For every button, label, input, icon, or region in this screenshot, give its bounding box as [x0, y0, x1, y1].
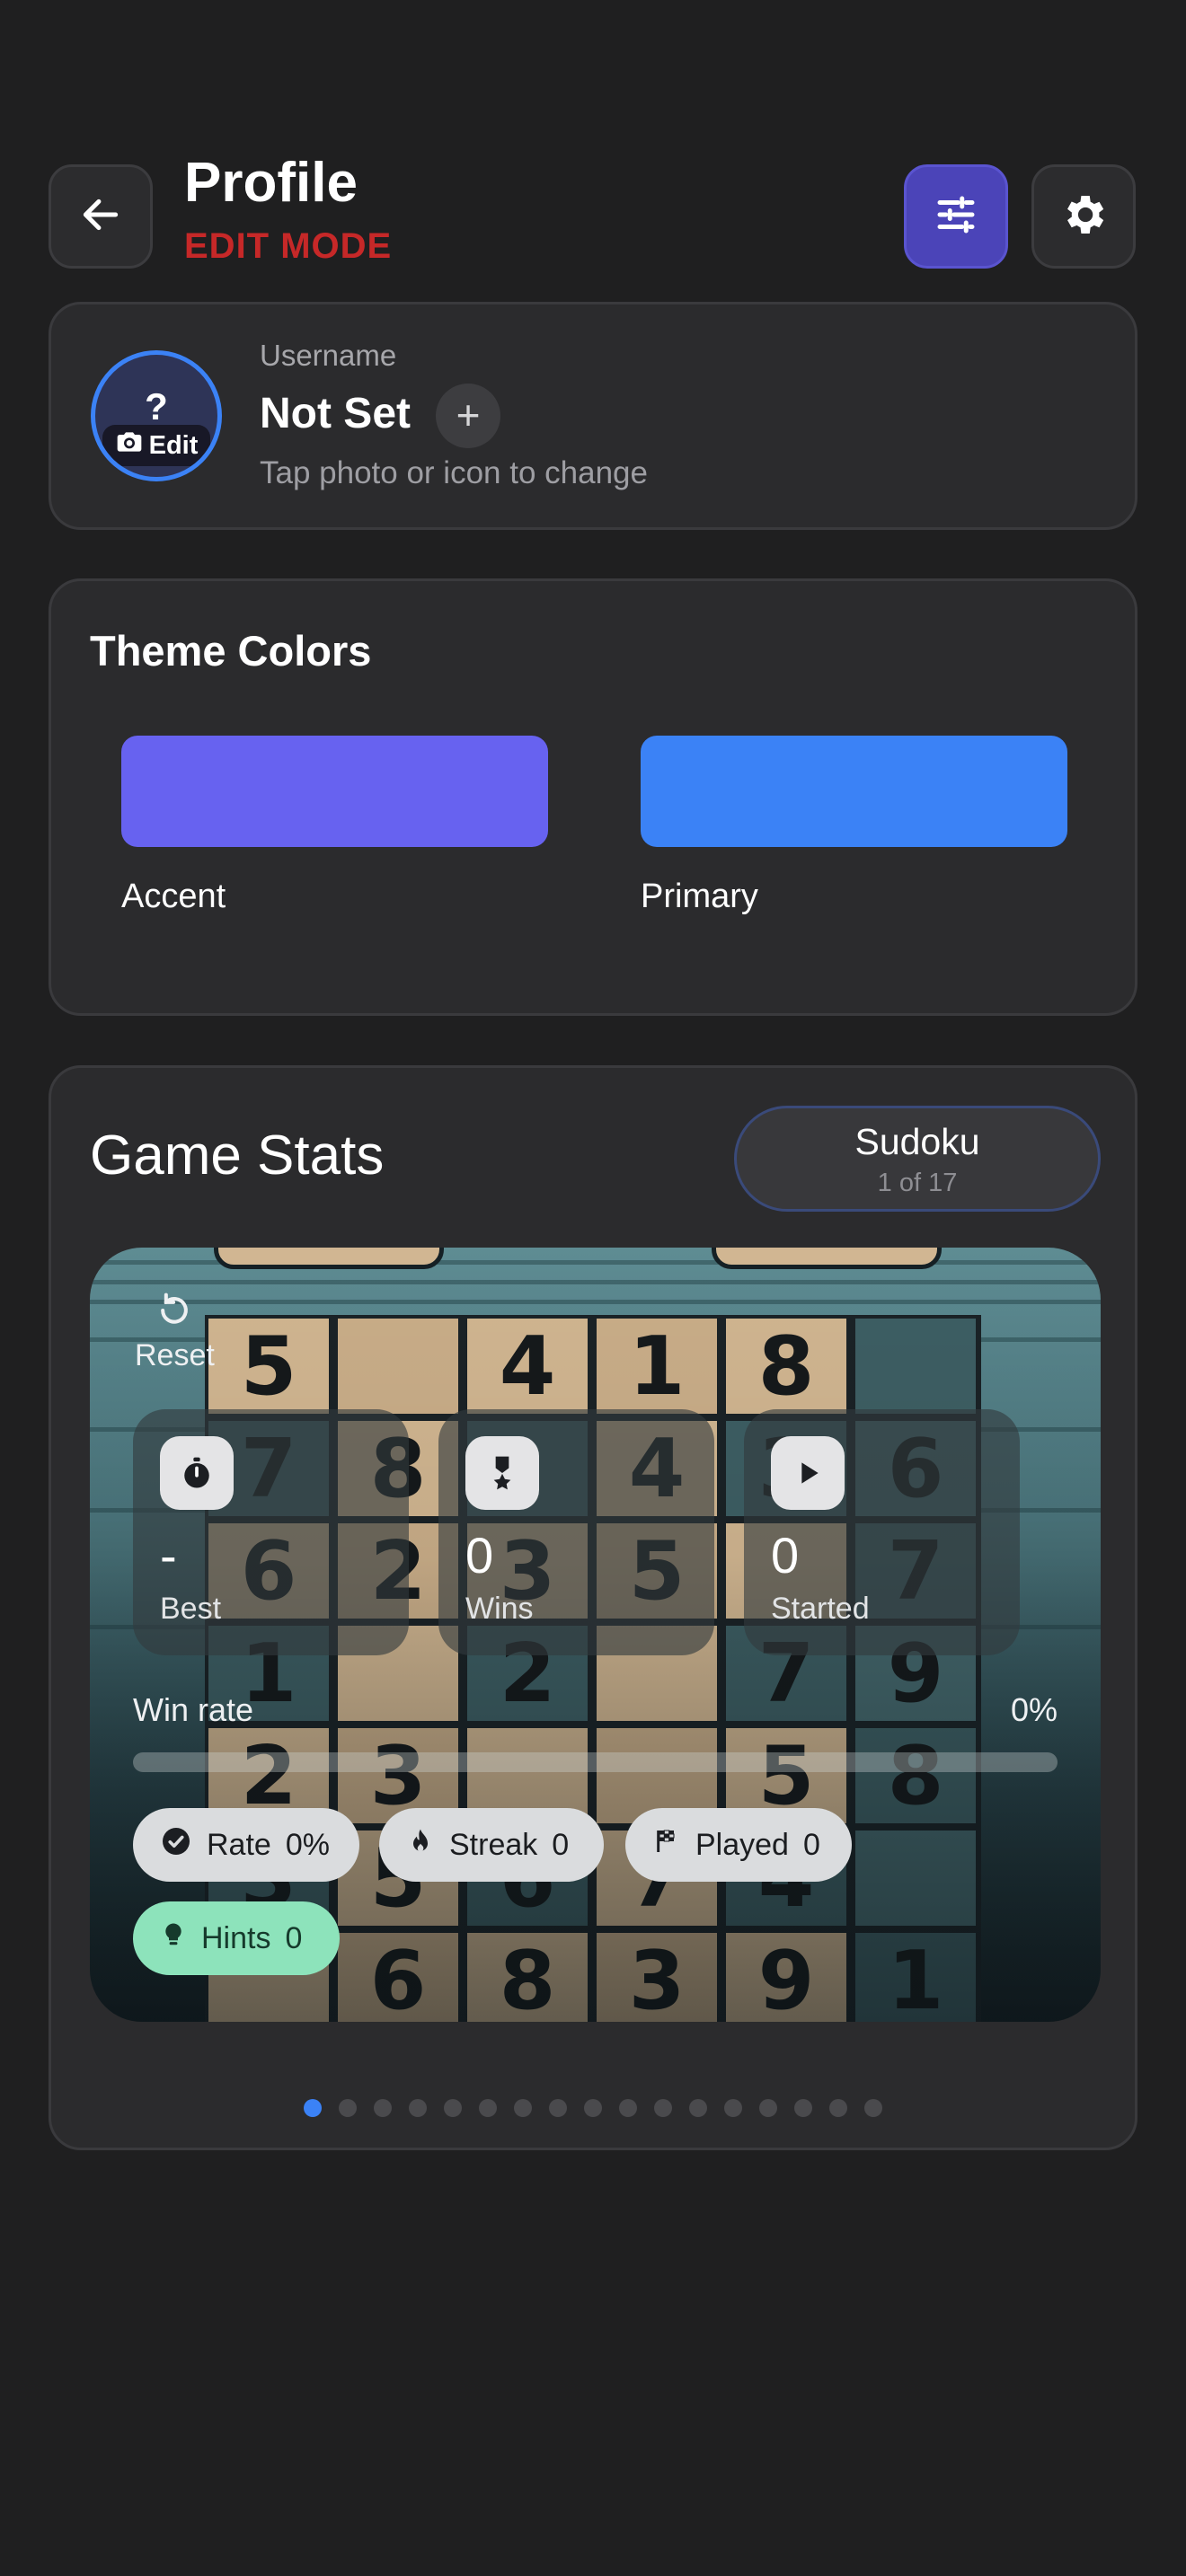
stat-card-wins: 0 Wins: [438, 1409, 714, 1655]
accent-color-label: Accent: [121, 878, 226, 915]
page-dot[interactable]: [724, 2099, 742, 2117]
stat-started-value: 0: [771, 1527, 800, 1584]
page-dot[interactable]: [479, 2099, 497, 2117]
chip-played-label: Played: [695, 1827, 789, 1862]
page-dot[interactable]: [654, 2099, 672, 2117]
page-dot[interactable]: [689, 2099, 707, 2117]
avatar-placeholder: ?: [145, 385, 168, 428]
game-preview: 54187843662357127923583567468391 Reset -…: [90, 1248, 1101, 2022]
arrow-left-icon: [78, 192, 123, 242]
gear-icon: [1058, 190, 1109, 244]
win-rate-value: 0%: [1010, 1691, 1058, 1728]
add-username-button[interactable]: +: [436, 384, 500, 448]
avatar[interactable]: ? Edit: [91, 350, 222, 481]
chip-hints[interactable]: Hints 0: [133, 1901, 340, 1975]
reset-button[interactable]: Reset: [135, 1291, 215, 1373]
chip-streak[interactable]: Streak 0: [379, 1808, 604, 1882]
chip-hints-value: 0: [285, 1920, 303, 1955]
game-counter: 1 of 17: [877, 1169, 958, 1197]
accent-color-swatch[interactable]: [121, 736, 548, 847]
chip-streak-label: Streak: [449, 1827, 538, 1862]
avatar-edit-label: Edit: [148, 430, 199, 460]
check-circle-icon: [160, 1825, 192, 1866]
profile-screen: { "header": { "title": "Profile", "mode"…: [0, 0, 1186, 2576]
game-name: Sudoku: [854, 1121, 980, 1162]
chip-played-value: 0: [802, 1827, 820, 1862]
stopwatch-icon: [160, 1436, 234, 1510]
page-dot[interactable]: [584, 2099, 602, 2117]
game-stats-card: Game Stats Sudoku 1 of 17 54187843662357…: [49, 1065, 1137, 2150]
username-label: Username: [260, 339, 397, 372]
page-dot[interactable]: [619, 2099, 637, 2117]
theme-colors-card: Theme Colors Accent Primary: [49, 578, 1137, 1016]
flame-icon: [406, 1825, 435, 1866]
primary-color-swatch[interactable]: [641, 736, 1067, 847]
reset-label: Reset: [135, 1338, 215, 1372]
page-dot[interactable]: [339, 2099, 357, 2117]
stat-card-best: - Best: [133, 1409, 409, 1655]
camera-icon: [115, 429, 144, 462]
reset-icon: [135, 1291, 215, 1338]
page-dot[interactable]: [864, 2099, 882, 2117]
medal-icon: [465, 1436, 539, 1510]
theme-colors-title: Theme Colors: [90, 627, 372, 675]
page-dot[interactable]: [304, 2099, 322, 2117]
page-dot[interactable]: [794, 2099, 812, 2117]
profile-hint: Tap photo or icon to change: [260, 455, 648, 490]
stat-started-label: Started: [771, 1592, 870, 1626]
settings-button[interactable]: [1031, 164, 1136, 269]
chip-rate-value: 0%: [285, 1827, 330, 1862]
chip-streak-value: 0: [552, 1827, 570, 1862]
chip-played[interactable]: Played 0: [625, 1808, 852, 1882]
stat-best-label: Best: [160, 1592, 222, 1626]
customize-button[interactable]: [904, 164, 1008, 269]
page-dot[interactable]: [409, 2099, 427, 2117]
page-dot[interactable]: [444, 2099, 462, 2117]
profile-card: ? Edit Username Not Set + Tap photo or i…: [49, 302, 1137, 530]
username-value: Not Set: [260, 390, 411, 437]
sliders-icon: [932, 190, 980, 243]
stat-best-value: -: [160, 1527, 177, 1584]
primary-color-label: Primary: [641, 878, 758, 915]
page-dot[interactable]: [549, 2099, 567, 2117]
page-dot[interactable]: [514, 2099, 532, 2117]
stat-wins-label: Wins: [465, 1592, 534, 1626]
game-stats-title: Game Stats: [90, 1125, 385, 1187]
page-dot[interactable]: [759, 2099, 777, 2117]
page-title: Profile: [184, 152, 358, 214]
avatar-edit-overlay[interactable]: Edit: [102, 425, 210, 466]
page-dot[interactable]: [374, 2099, 392, 2117]
chip-rate-label: Rate: [207, 1827, 271, 1862]
page-dot[interactable]: [829, 2099, 847, 2117]
win-rate-bar: [133, 1752, 1058, 1772]
stat-card-started: 0 Started: [744, 1409, 1020, 1655]
back-button[interactable]: [49, 164, 153, 269]
game-selector[interactable]: Sudoku 1 of 17: [734, 1106, 1101, 1212]
edit-mode-label: EDIT MODE: [184, 226, 393, 266]
play-icon: [771, 1436, 845, 1510]
page-indicator[interactable]: [51, 2099, 1135, 2117]
flag-icon: [652, 1827, 681, 1864]
stat-wins-value: 0: [465, 1527, 494, 1584]
lightbulb-icon: [160, 1919, 187, 1959]
chip-rate[interactable]: Rate 0%: [133, 1808, 359, 1882]
win-rate-label: Win rate: [133, 1691, 254, 1728]
chip-hints-label: Hints: [201, 1920, 271, 1955]
